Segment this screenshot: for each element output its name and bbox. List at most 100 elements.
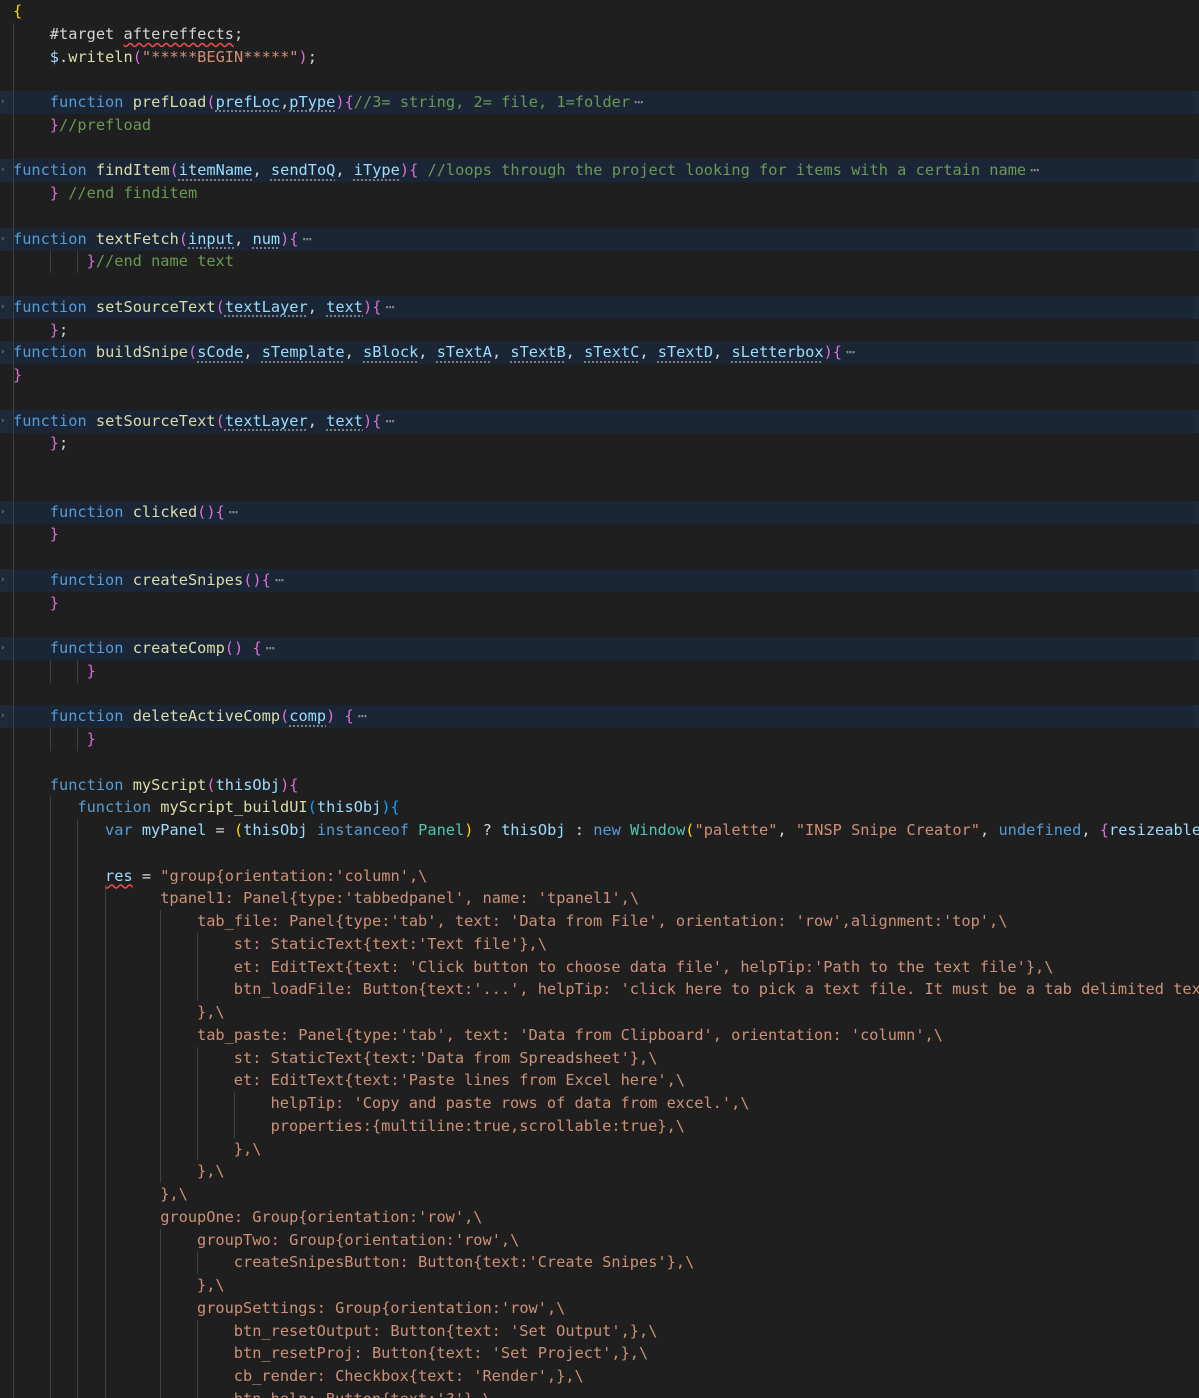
code-line[interactable] xyxy=(0,683,1199,706)
fold-ellipsis-icon[interactable]: ⋯ xyxy=(630,93,643,111)
code-token: ; xyxy=(307,47,317,66)
code-token: , xyxy=(713,343,732,362)
code-token: //end finditem xyxy=(68,184,198,202)
code-token: ? xyxy=(473,821,502,839)
code-line[interactable]: } xyxy=(0,592,1199,615)
code-line[interactable] xyxy=(0,478,1199,501)
code-token: btn_resetOutput: Button{text: 'Set Outpu… xyxy=(233,1321,658,1340)
code-line[interactable]: function myScript(thisObj){ xyxy=(0,774,1199,797)
fold-ellipsis-icon[interactable]: ⋯ xyxy=(262,639,275,657)
code-line[interactable]: } xyxy=(0,523,1199,546)
code-line[interactable] xyxy=(0,614,1199,637)
folded-code-line[interactable]: › function createSnipes(){⋯ xyxy=(0,568,1199,592)
code-line[interactable]: st: StaticText{text:'Data from Spreadshe… xyxy=(0,1047,1199,1070)
fold-chevron-icon[interactable]: › xyxy=(0,91,6,114)
code-line[interactable]: } //end finditem xyxy=(0,182,1199,205)
fold-chevron-icon[interactable]: › xyxy=(0,341,6,364)
fold-ellipsis-icon[interactable]: ⋯ xyxy=(381,412,394,430)
code-line[interactable]: res = "group{orientation:'column',\ xyxy=(0,865,1199,888)
code-token: , xyxy=(307,411,327,430)
fold-chevron-icon[interactable]: › xyxy=(0,569,6,592)
code-text: }; xyxy=(50,319,68,342)
folded-code-line[interactable]: › function createComp() {⋯ xyxy=(0,637,1199,660)
folded-code-line[interactable]: › function textFetch(input, num){⋯ xyxy=(0,227,1199,251)
code-line[interactable]: } xyxy=(0,728,1199,751)
code-line[interactable]: createSnipesButton: Button{text:'Create … xyxy=(0,1251,1199,1274)
code-text: }//prefload xyxy=(50,114,151,137)
code-line[interactable]: cb_render: Checkbox{text: 'Render',},\ xyxy=(0,1365,1199,1388)
folded-code-line[interactable]: › function prefLoad(prefLoc,pType){//3= s… xyxy=(0,91,1199,114)
code-line[interactable] xyxy=(0,205,1199,228)
code-text: } xyxy=(50,523,59,546)
fold-ellipsis-icon[interactable]: ⋯ xyxy=(354,707,367,725)
code-line[interactable]: properties:{multiline:true,scrollable:tr… xyxy=(0,1115,1199,1138)
code-line[interactable]: } xyxy=(0,660,1199,683)
code-line[interactable]: $.writeln("*****BEGIN*****"); xyxy=(0,46,1199,69)
fold-ellipsis-icon[interactable]: ⋯ xyxy=(842,343,855,361)
code-line[interactable]: { xyxy=(0,0,1199,23)
fold-chevron-icon[interactable]: › xyxy=(0,501,6,524)
folded-code-line[interactable]: › function findItem(itemName, sendToQ, iT… xyxy=(0,159,1199,183)
code-line[interactable]: },\ xyxy=(0,1138,1199,1161)
fold-chevron-icon[interactable]: › xyxy=(0,296,6,319)
code-line[interactable]: } xyxy=(0,364,1199,387)
code-line[interactable]: et: EditText{text:'Paste lines from Exce… xyxy=(0,1069,1199,1092)
code-line[interactable]: btn_loadFile: Button{text:'...', helpTip… xyxy=(0,978,1199,1001)
code-line[interactable] xyxy=(0,273,1199,296)
code-line[interactable]: groupTwo: Group{orientation:'row',\ xyxy=(0,1229,1199,1252)
folded-code-line[interactable]: › function deleteActiveComp(comp) {⋯ xyxy=(0,705,1199,729)
code-line[interactable] xyxy=(0,546,1199,569)
code-token: text xyxy=(326,297,363,316)
fold-ellipsis-icon[interactable]: ⋯ xyxy=(299,230,312,248)
code-line[interactable]: btn_resetOutput: Button{text: 'Set Outpu… xyxy=(0,1320,1199,1343)
folded-code-line[interactable]: › function buildSnipe(sCode, sTemplate, s… xyxy=(0,341,1199,365)
code-line[interactable]: #target aftereffects; xyxy=(0,23,1199,46)
code-line[interactable]: },\ xyxy=(0,1160,1199,1183)
code-token: , xyxy=(243,343,262,362)
folded-code-line[interactable]: › function clicked(){⋯ xyxy=(0,500,1199,524)
code-line[interactable] xyxy=(0,137,1199,160)
folded-code-line[interactable]: › function setSourceText(textLayer, text)… xyxy=(0,295,1199,319)
code-text: tab_paste: Panel{type:'tab', text: 'Data… xyxy=(197,1024,943,1047)
code-line[interactable]: tpanel1: Panel{type:'tabbedpanel', name:… xyxy=(0,887,1199,910)
code-line[interactable]: tab_paste: Panel{type:'tab', text: 'Data… xyxy=(0,1024,1199,1047)
code-line[interactable]: var myPanel = (thisObj instanceof Panel)… xyxy=(0,819,1199,842)
code-line[interactable]: function myScript_buildUI(thisObj){ xyxy=(0,796,1199,819)
code-line[interactable]: },\ xyxy=(0,1274,1199,1297)
code-line[interactable]: btn_help: Button{text:'?'},\ xyxy=(0,1388,1199,1398)
code-editor[interactable]: {#target aftereffects; $.writeln("*****BE… xyxy=(0,0,1199,1398)
code-line[interactable]: },\ xyxy=(0,1001,1199,1024)
code-line[interactable] xyxy=(0,68,1199,91)
fold-chevron-icon[interactable]: › xyxy=(0,637,6,660)
code-line[interactable]: groupSettings: Group{orientation:'row',\ xyxy=(0,1297,1199,1320)
code-token: sTextA xyxy=(436,343,492,362)
code-line[interactable]: et: EditText{text: 'Click button to choo… xyxy=(0,956,1199,979)
code-line[interactable] xyxy=(0,751,1199,774)
fold-chevron-icon[interactable]: › xyxy=(0,159,6,182)
fold-chevron-icon[interactable]: › xyxy=(0,410,6,433)
code-line[interactable]: tab_file: Panel{type:'tab', text: 'Data … xyxy=(0,910,1199,933)
code-line[interactable]: helpTip: 'Copy and paste rows of data fr… xyxy=(0,1092,1199,1115)
fold-chevron-icon[interactable]: › xyxy=(0,705,6,728)
fold-ellipsis-icon[interactable]: ⋯ xyxy=(381,298,394,316)
code-line[interactable]: }//end name text xyxy=(0,250,1199,273)
code-line[interactable]: }; xyxy=(0,432,1199,455)
folded-code-line[interactable]: › function setSourceText(textLayer, text)… xyxy=(0,409,1199,433)
fold-ellipsis-icon[interactable]: ⋯ xyxy=(271,571,284,589)
code-token: sCode xyxy=(197,343,244,362)
code-token: },\ xyxy=(197,1003,225,1021)
code-line[interactable]: btn_resetProj: Button{text: 'Set Project… xyxy=(0,1342,1199,1365)
code-line[interactable] xyxy=(0,387,1199,410)
code-line[interactable] xyxy=(0,455,1199,478)
code-line[interactable]: }//prefload xyxy=(0,114,1199,137)
fold-chevron-icon[interactable]: › xyxy=(0,228,6,251)
code-token: myScript xyxy=(132,775,207,794)
code-line[interactable]: }; xyxy=(0,319,1199,342)
fold-ellipsis-icon[interactable]: ⋯ xyxy=(1026,161,1039,179)
code-line[interactable]: groupOne: Group{orientation:'row',\ xyxy=(0,1206,1199,1229)
code-line[interactable] xyxy=(0,842,1199,865)
code-line[interactable]: },\ xyxy=(0,1183,1199,1206)
code-token: function xyxy=(49,502,133,521)
fold-ellipsis-icon[interactable]: ⋯ xyxy=(225,503,238,521)
code-line[interactable]: st: StaticText{text:'Text file'},\ xyxy=(0,933,1199,956)
